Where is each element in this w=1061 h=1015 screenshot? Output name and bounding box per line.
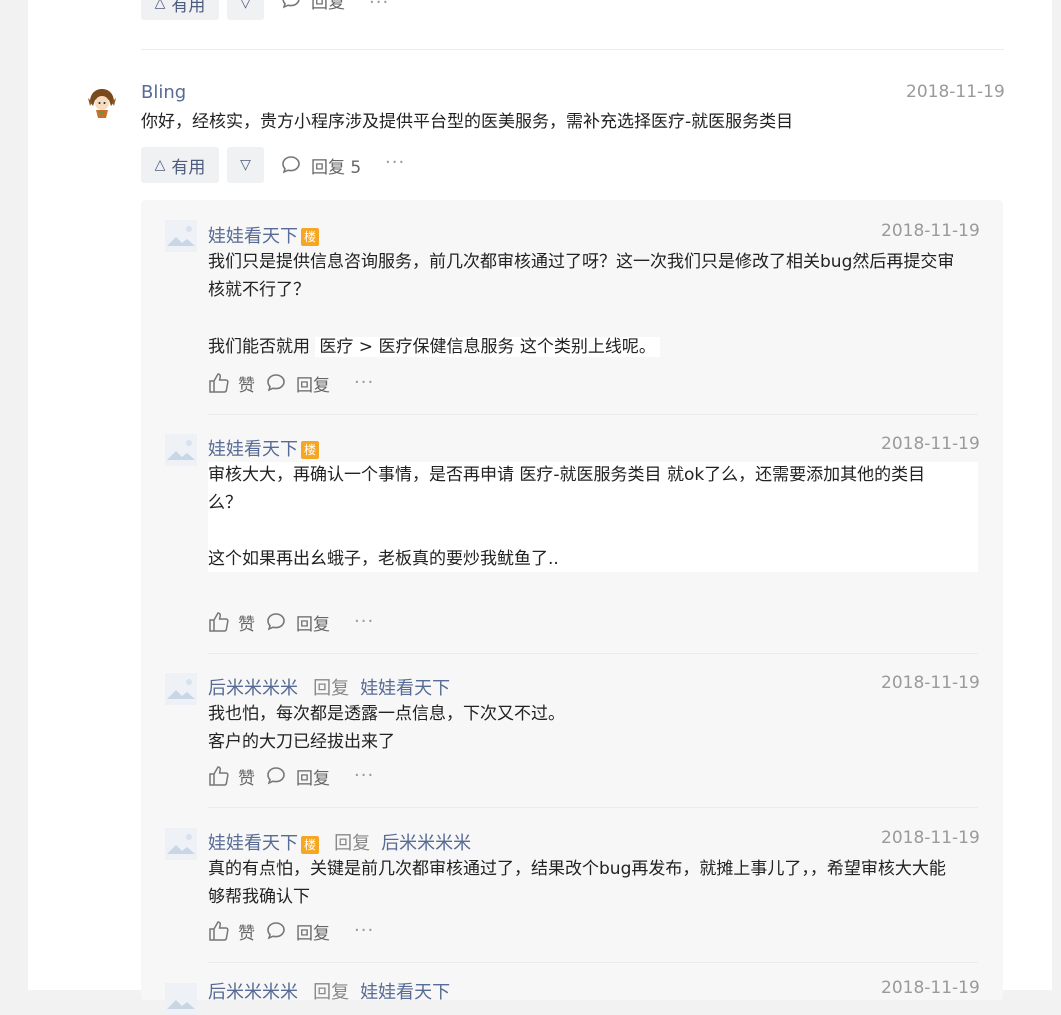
reply-author[interactable]: 娃娃看天下楼	[208, 435, 319, 461]
comment-icon	[282, 0, 300, 9]
reply-word: 回复	[313, 678, 350, 699]
reply-date: 2018-11-19	[881, 673, 980, 693]
reply-count-button[interactable]: 回复 5	[281, 152, 361, 178]
comment-icon	[267, 922, 285, 940]
reply-to-author[interactable]: 娃娃看天下	[360, 678, 450, 699]
reply-author[interactable]: 娃娃看天下楼	[208, 222, 319, 248]
like-button[interactable]: 赞	[208, 370, 255, 396]
reply-content-line: 这个如果再出幺蛾子，老板真的要炒我鱿鱼了..	[208, 549, 559, 569]
more-button[interactable]: ···	[385, 152, 405, 173]
more-button[interactable]: ···	[354, 611, 374, 632]
floor-badge: 楼	[301, 835, 319, 854]
downvote-icon: ▽	[240, 157, 251, 173]
avatar-image	[88, 89, 116, 118]
reply-header: 后米米米米 回复 娃娃看天下	[208, 978, 450, 1004]
reply-content-line: 真的有点怕，关键是前几次都审核通过了，结果改个bug再发布，就摊上事儿了，，希望…	[208, 859, 946, 879]
more-button[interactable]: ···	[354, 920, 374, 941]
thumbs-up-icon	[209, 612, 229, 632]
floor-badge: 楼	[301, 441, 319, 459]
reply-content-line: 我也怕，每次都是透露一点信息，下次又不过。	[208, 704, 565, 724]
reply-date: 2018-11-19	[881, 434, 980, 454]
comment-icon	[267, 613, 285, 631]
reply-button[interactable]: 回复	[266, 370, 330, 396]
like-button[interactable]: 赞	[208, 918, 255, 944]
reply-content-line: 核就不行了？	[208, 280, 310, 300]
useful-button[interactable]: △ 有用	[141, 147, 219, 183]
reply-content-line: 够帮我确认下	[208, 887, 310, 907]
thumbs-up-icon	[209, 373, 229, 393]
upvote-icon: △	[154, 0, 166, 11]
reply-content-line: 么？	[208, 493, 242, 513]
floor-badge: 楼	[301, 228, 319, 246]
reply-date: 2018-11-19	[881, 978, 980, 998]
comment-icon	[267, 374, 285, 392]
divider	[208, 807, 978, 808]
reply-content-line: 我们只是提供信息咨询服务，前几次都审核通过了呀？这一次我们只是修改了相关bug然…	[208, 252, 955, 272]
comment-date: 2018-11-19	[906, 82, 1005, 102]
category-tag: 医疗 > 医疗保健信息服务 这个类别上线呢。	[315, 337, 660, 357]
thumbs-up-icon	[209, 921, 229, 941]
like-button[interactable]: 赞	[208, 763, 255, 789]
reply-content-line: 我们能否就用 医疗 > 医疗保健信息服务 这个类别上线呢。	[208, 333, 660, 361]
reply-word: 回复	[334, 833, 371, 854]
downvote-button[interactable]: ▽	[227, 147, 264, 183]
upvote-icon: △	[154, 157, 166, 173]
divider	[208, 653, 978, 654]
reply-author[interactable]: 娃娃看天下	[208, 833, 298, 854]
useful-button[interactable]: △ 有用	[141, 0, 219, 20]
reply-header: 娃娃看天下楼 回复 后米米米米	[208, 829, 471, 855]
avatar[interactable]	[165, 828, 197, 860]
reply-author[interactable]: 后米米米米	[208, 678, 298, 699]
comment-icon	[282, 156, 300, 174]
reply-to-author[interactable]: 娃娃看天下	[360, 982, 450, 1003]
reply-to-author[interactable]: 后米米米米	[381, 833, 471, 854]
avatar[interactable]	[84, 84, 120, 120]
comment-author[interactable]: Bling	[141, 82, 186, 103]
reply-header: 后米米米米 回复 娃娃看天下	[208, 674, 450, 700]
divider	[208, 962, 978, 963]
reply-date: 2018-11-19	[881, 828, 980, 848]
avatar[interactable]	[165, 983, 197, 1015]
divider	[141, 49, 1004, 50]
avatar[interactable]	[165, 220, 197, 252]
reply-button[interactable]: 回复	[266, 609, 330, 635]
divider	[208, 414, 978, 415]
reply-button[interactable]: 回复	[266, 918, 330, 944]
reply-word: 回复	[313, 982, 350, 1003]
page-edge	[1052, 0, 1061, 990]
comment-content: 你好，经核实，贵方小程序涉及提供平台型的医美服务，需补充选择医疗-就医服务类目	[141, 112, 794, 132]
thumbs-up-icon	[209, 766, 229, 786]
more-button[interactable]: ···	[354, 765, 374, 786]
reply-content-line: 审核大大，再确认一个事情，是否再申请 医疗-就医服务类目 就ok了么，还需要添加…	[208, 465, 926, 485]
reply-button[interactable]: 回复	[266, 763, 330, 789]
avatar[interactable]	[165, 434, 197, 466]
like-button[interactable]: 赞	[208, 609, 255, 635]
downvote-button[interactable]: ▽	[227, 0, 264, 20]
reply-author[interactable]: 后米米米米	[208, 982, 298, 1003]
reply-date: 2018-11-19	[881, 221, 980, 241]
reply-button[interactable]: 回复	[281, 0, 345, 13]
reply-content-line: 客户的大刀已经拔出来了	[208, 732, 395, 752]
downvote-icon: ▽	[240, 0, 251, 11]
avatar[interactable]	[165, 673, 197, 705]
comment-icon	[267, 767, 285, 785]
more-button[interactable]: ···	[354, 372, 374, 393]
more-button[interactable]: ···	[369, 0, 389, 13]
